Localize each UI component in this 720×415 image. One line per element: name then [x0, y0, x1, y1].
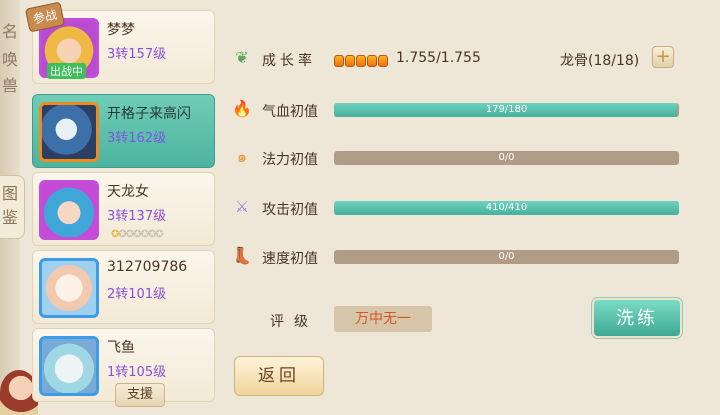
pet-portrait — [39, 336, 99, 396]
book-tab-char-2: 鉴 — [1, 208, 18, 227]
pet-list: 参战 出战中 梦梦 3转157级 开格子来高闪 3转162级 天龙女 3转137… — [24, 1, 220, 415]
pet-card-selected[interactable]: 开格子来高闪 3转162级 — [32, 94, 215, 168]
growth-dot — [378, 55, 388, 67]
stat-bar: 410/410 — [334, 201, 679, 215]
feather-sword-icon: ⚔ — [234, 197, 250, 216]
wash-button[interactable]: 洗练 — [592, 298, 682, 338]
side-title-char-3: 兽 — [1, 76, 18, 95]
stat-bar-text: 0/0 — [498, 251, 515, 262]
pet-level: 1转105级 — [107, 365, 167, 380]
pet-name: 飞鱼 — [107, 340, 135, 356]
stats-panel: ❦ 成长率 1.755/1.755 龙骨(18/18) + 🔥 气血初值 179/1… — [222, 0, 720, 415]
back-button[interactable]: 返回 — [234, 356, 324, 396]
stat-bar-text: 179/180 — [485, 104, 528, 115]
growth-dots — [334, 52, 389, 71]
pet-name: 开格子来高闪 — [107, 106, 191, 122]
pet-level: 3转157级 — [107, 47, 167, 62]
rating-value: 万中无一 — [334, 306, 432, 332]
pet-card[interactable]: 飞鱼 1转105级 支援 — [32, 328, 215, 407]
add-longgu-button[interactable]: + — [652, 46, 674, 68]
book-tab[interactable]: 图 鉴 — [0, 175, 25, 239]
growth-value: 1.755/1.755 — [396, 50, 481, 66]
support-button[interactable]: 支援 — [115, 383, 165, 407]
active-badge: 出战中 — [47, 63, 86, 79]
pet-level: 3转162级 — [107, 131, 167, 146]
longgu-count: 龙骨(18/18) — [560, 53, 640, 69]
growth-dot — [356, 55, 366, 67]
pet-portrait — [39, 258, 99, 318]
stat-bar-text: 410/410 — [485, 202, 528, 213]
pet-portrait — [39, 102, 99, 162]
pet-card[interactable]: 312709786 2转101级 — [32, 250, 215, 324]
stat-label: 气血初值 — [262, 104, 318, 120]
fire-icon: 🔥 — [232, 99, 252, 118]
star-rating: ✪✪✪✪✪✪✪ — [111, 229, 164, 240]
swirl-icon: ๑ — [236, 147, 248, 166]
stat-label: 攻击初值 — [262, 202, 318, 218]
stat-label: 法力初值 — [262, 152, 318, 168]
pet-name: 天龙女 — [107, 184, 149, 200]
growth-dot — [345, 55, 355, 67]
pet-card[interactable]: 天龙女 3转137级 ✪✪✪✪✪✪✪ — [32, 172, 215, 246]
side-title-char-1: 名 — [1, 22, 18, 41]
boot-icon: 👢 — [232, 246, 252, 265]
pet-portrait — [39, 180, 99, 240]
leaf-icon: ❦ — [235, 48, 249, 67]
pet-stats-screen: 名 唤 兽 图 鉴 参战 出战中 梦梦 3转157级 开格子来高闪 3转162级… — [0, 0, 720, 415]
book-tab-char-1: 图 — [1, 184, 18, 203]
stat-bar: 179/180 — [334, 103, 679, 117]
stat-bar-text: 0/0 — [498, 152, 515, 163]
growth-dot — [334, 55, 344, 67]
stat-bar: 0/0 — [334, 250, 679, 264]
rating-label: 评级 — [270, 314, 318, 330]
pet-level: 2转101级 — [107, 287, 167, 302]
star-empty-icon: ✪ — [118, 229, 126, 240]
pet-level: 3转137级 — [107, 209, 167, 224]
pet-name: 梦梦 — [107, 22, 135, 38]
pet-card[interactable]: 参战 出战中 梦梦 3转157级 — [24, 1, 215, 84]
pet-name: 312709786 — [107, 259, 188, 275]
star-empty-icon: ✪ — [133, 229, 141, 240]
growth-dot — [367, 55, 377, 67]
side-title-char-2: 唤 — [1, 50, 18, 69]
stat-bar: 0/0 — [334, 151, 679, 165]
stat-label: 速度初值 — [262, 251, 318, 267]
star-empty-icon: ✪ — [140, 229, 149, 240]
star-empty-icon: ✪ — [155, 229, 163, 240]
growth-label: 成长率 — [262, 53, 316, 69]
